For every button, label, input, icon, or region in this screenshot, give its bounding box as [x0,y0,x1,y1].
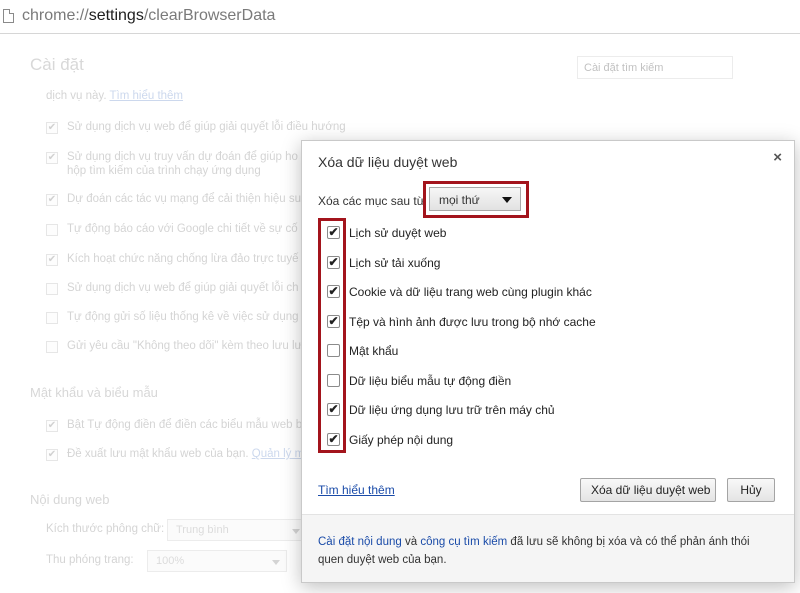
clear-option-row[interactable]: ✔ Tệp và hình ảnh được lưu trong bộ nhớ c… [327,314,767,330]
checkbox-checked[interactable]: ✔ [46,152,58,164]
setting-option-label: Sử dụng dịch vụ truy vấn dự đoán để giúp… [67,151,298,163]
dialog-footer: Cài đặt nội dung và công cụ tìm kiếm đã … [302,514,794,582]
close-icon[interactable]: × [773,149,782,166]
search-engines-link[interactable]: công cụ tìm kiếm [420,536,507,548]
setting-option-label: Sử dụng dịch vụ web để giúp giải quyết l… [67,121,346,133]
clear-option-row[interactable]: ✔ Cookie và dữ liệu trang web cùng plugin… [327,284,767,300]
learn-more-link[interactable]: Tìm hiểu thêm [318,483,395,497]
clear-option-row[interactable]: ✔ Lịch sử duyệt web [327,225,767,241]
setting-option-label: Sử dụng dịch vụ web để giúp giải quyết l… [67,282,299,294]
clear-option-label: Mật khẩu [349,344,399,358]
clear-option-label: Tệp và hình ảnh được lưu trong bộ nhớ ca… [349,314,596,329]
clear-browsing-data-dialog: Xóa dữ liệu duyệt web × Xóa các mục sau … [301,140,795,583]
clear-option-row[interactable]: Mật khẩu [327,343,767,359]
privacy-learn-more-link[interactable]: Tìm hiểu thêm [110,90,184,102]
checkbox-unchecked[interactable] [46,312,58,324]
clear-option-label: Giấy phép nội dung [349,432,454,447]
address-bar[interactable]: chrome://settings/clearBrowserData [0,0,800,34]
checkbox-unchecked[interactable] [46,283,58,295]
clear-option-label: Cookie và dữ liệu trang web cùng plugin … [349,285,592,299]
checkbox-unchecked[interactable] [46,341,58,353]
setting-option-label: Tự động báo cáo với Google chi tiết về s… [67,223,298,235]
clear-option-label: Dữ liệu ứng dụng lưu trữ trên máy chủ [349,403,555,417]
setting-option-label: Gửi yêu cầu "Không theo dõi" kèm theo lư… [67,340,303,352]
cancel-button[interactable]: Hủy [727,478,775,502]
clear-from-label: Xóa các mục sau từ [318,194,425,208]
clear-option-row[interactable]: ✔ Giấy phép nội dung [327,432,767,448]
url-text[interactable]: chrome://settings/clearBrowserData [22,7,275,25]
setting-option-label: Kích hoạt chức năng chống lừa đảo trực t… [67,253,299,265]
page-icon [3,9,14,23]
setting-option-label: Dự đoán các tác vụ mạng để cải thiện hiệ… [67,193,302,205]
checkbox-unchecked[interactable] [46,224,58,236]
chevron-down-icon [272,560,280,565]
passwords-section-title: Mật khẩu và biểu mẫu [30,385,158,400]
checkbox-checked[interactable]: ✔ [46,254,58,266]
font-size-label: Kích thước phông chữ: [46,523,165,535]
privacy-intro: dịch vụ này. Tìm hiểu thêm [46,90,184,102]
zoom-select[interactable]: 100% [147,550,287,572]
setting-option-label: Đề xuất lưu mật khẩu web của bạn. Quản l… [67,448,305,460]
clear-data-button[interactable]: Xóa dữ liệu duyệt web [580,478,716,502]
font-size-select[interactable]: Trung bình [167,519,307,541]
setting-option-label: Bật Tự động điền để điền các biểu mẫu we… [67,419,303,431]
highlight-box-select [423,181,529,218]
checkbox-checked[interactable]: ✔ [46,420,58,432]
clear-option-row[interactable]: ✔ Lịch sử tải xuống [327,255,767,271]
clear-option-label: Dữ liệu biểu mẫu tự động điền [349,373,512,388]
content-settings-link[interactable]: Cài đặt nội dung [318,536,402,548]
clear-option-label: Lịch sử tải xuống [349,255,441,270]
setting-option-label-line2: hộp tìm kiếm của trình chạy ứng dụng [67,165,261,177]
clear-option-row[interactable]: ✔ Dữ liệu ứng dụng lưu trữ trên máy chủ [327,402,767,418]
page-title: Cài đặt [30,55,84,74]
manage-passwords-link[interactable]: Quản lý m [252,448,304,460]
web-content-section-title: Nội dung web [30,492,110,507]
clear-option-row[interactable]: Dữ liệu biểu mẫu tự động điền [327,373,767,389]
highlight-box-checkboxes [318,218,346,453]
checkbox-checked[interactable]: ✔ [46,122,58,134]
dialog-title: Xóa dữ liệu duyệt web [318,154,458,170]
setting-option-label: Tự động gửi số liệu thống kê về việc sử … [67,311,299,323]
checkbox-checked[interactable]: ✔ [46,194,58,206]
chevron-down-icon [292,529,300,534]
checkbox-checked[interactable]: ✔ [46,449,58,461]
footer-note: Cài đặt nội dung và công cụ tìm kiếm đã … [318,536,750,566]
settings-search-input[interactable] [577,56,733,79]
zoom-label: Thu phóng trang: [46,554,134,566]
clear-option-label: Lịch sử duyệt web [349,226,447,240]
